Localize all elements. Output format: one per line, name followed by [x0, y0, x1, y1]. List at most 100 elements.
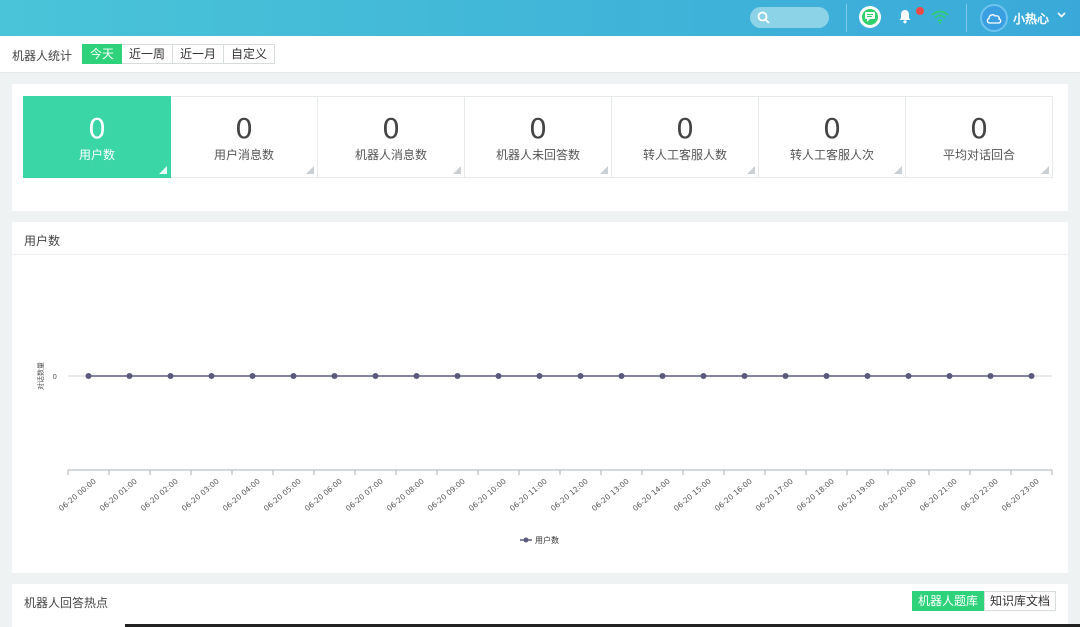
stat-value: 0 [235, 112, 253, 145]
stat-value: 0 [823, 112, 841, 145]
data-point [618, 373, 625, 379]
bell-icon[interactable] [898, 9, 912, 24]
wifi-icon [931, 10, 949, 24]
page-title: 机器人统计 [12, 49, 73, 63]
data-point [577, 373, 584, 379]
stats-panel: 0 用户数 0 用户消息数 0 机器人消息数 0 机器人未回答数 0 转人工客服… [12, 84, 1068, 211]
divider [966, 4, 967, 32]
x-tick-label: 06-20 09:00 [426, 476, 467, 512]
y-axis-label: 对话数量 [36, 362, 45, 390]
corner-triangle-icon [600, 166, 608, 174]
x-tick-label: 06-20 10:00 [467, 476, 508, 512]
data-point [331, 373, 338, 379]
x-tick-label: 06-20 03:00 [180, 476, 221, 512]
chart-panel: 用户数 0 对话数量 06-20 00:00 06-20 01:00 06-20 02:… [12, 222, 1068, 573]
stat-cards: 0 用户数 0 用户消息数 0 机器人消息数 0 机器人未回答数 0 转人工客服… [23, 96, 1053, 178]
cloud-avatar-icon [986, 14, 1002, 24]
tab-knowledge-docs[interactable]: 知识库文档 [983, 591, 1056, 611]
x-tick-label: 06-20 16:00 [713, 476, 754, 512]
hot-panel-title: 机器人回答热点 [24, 596, 109, 610]
x-tick-label: 06-20 01:00 [98, 476, 139, 512]
stat-card-robot-messages[interactable]: 0 机器人消息数 [318, 96, 465, 178]
x-tick-label: 06-20 21:00 [918, 476, 959, 512]
x-tick-label: 06-20 06:00 [303, 476, 344, 512]
stat-value: 0 [676, 112, 694, 145]
stat-card-avg-rounds[interactable]: 0 平均对话回合 [906, 96, 1053, 178]
username[interactable]: 小热心 [1013, 10, 1049, 27]
search-input[interactable] [750, 7, 829, 28]
data-point [700, 373, 707, 379]
period-tabs: 今天 近一周 近一月 自定义 [82, 44, 276, 64]
legend-label: 用户数 [535, 535, 559, 545]
stat-card-users[interactable]: 0 用户数 [23, 96, 171, 178]
stat-value: 0 [529, 112, 547, 145]
x-tick-label: 06-20 14:00 [631, 476, 672, 512]
stat-label: 机器人消息数 [354, 148, 427, 162]
stat-label: 用户消息数 [213, 148, 274, 162]
data-point [126, 373, 133, 379]
data-point [536, 373, 543, 379]
stat-value: 0 [970, 112, 988, 145]
stat-label: 平均对话回合 [942, 148, 1015, 162]
corner-triangle-icon [159, 166, 167, 174]
period-bar: 机器人统计 今天 近一周 近一月 自定义 [0, 36, 1080, 73]
chat-button[interactable] [859, 6, 881, 28]
stat-card-user-messages[interactable]: 0 用户消息数 [171, 96, 318, 178]
data-point [905, 373, 912, 379]
tab-robot-questions[interactable]: 机器人题库 [911, 591, 984, 611]
data-point [946, 373, 953, 379]
tab-custom[interactable]: 自定义 [224, 44, 276, 64]
tab-today[interactable]: 今天 [82, 44, 123, 64]
data-point [208, 373, 215, 379]
search-icon [757, 11, 770, 24]
data-point [823, 373, 830, 379]
data-point [85, 373, 92, 379]
x-tick-label: 06-20 15:00 [672, 476, 713, 512]
x-tick-label: 06-20 11:00 [508, 476, 549, 512]
tab-month[interactable]: 近一月 [173, 44, 225, 64]
avatar[interactable] [980, 4, 1008, 32]
stat-label: 机器人未回答数 [495, 148, 580, 162]
x-tick-label: 06-20 18:00 [795, 476, 836, 512]
x-tick-label: 06-20 08:00 [385, 476, 426, 512]
x-tick-label: 06-20 20:00 [877, 476, 918, 512]
corner-triangle-icon [747, 166, 755, 174]
data-point [167, 373, 174, 379]
stat-label: 用户数 [78, 148, 115, 162]
stat-value: 0 [382, 112, 400, 145]
legend-marker [523, 537, 529, 543]
data-point [495, 373, 502, 379]
stat-card-transfer-users[interactable]: 0 转人工客服人数 [612, 96, 759, 178]
divider [846, 4, 847, 32]
stat-card-unanswered[interactable]: 0 机器人未回答数 [465, 96, 612, 178]
data-point [290, 373, 297, 379]
x-tick-label: 06-20 02:00 [139, 476, 180, 512]
x-tick-label: 06-20 17:00 [754, 476, 795, 512]
hot-answers-panel: 机器人回答热点 机器人题库 知识库文档 [12, 584, 1068, 627]
x-tick-label: 06-20 23:00 [1000, 476, 1041, 512]
chevron-down-icon[interactable] [1057, 12, 1066, 18]
data-point [864, 373, 871, 379]
data-point [1028, 373, 1035, 379]
data-point [249, 373, 256, 379]
y-tick-label: 0 [53, 373, 57, 381]
chat-icon [865, 12, 875, 22]
tab-week[interactable]: 近一周 [122, 44, 174, 64]
data-point [741, 373, 748, 379]
data-point [782, 373, 789, 379]
data-point [454, 373, 461, 379]
stat-label: 转人工客服人次 [789, 148, 874, 162]
stat-card-transfer-times[interactable]: 0 转人工客服人次 [759, 96, 906, 178]
x-tick-label: 06-20 22:00 [959, 476, 1000, 512]
hot-tabs: 机器人题库 知识库文档 [911, 591, 1056, 611]
stat-value: 0 [88, 112, 106, 145]
corner-triangle-icon [1041, 166, 1049, 174]
corner-triangle-icon [453, 166, 461, 174]
x-tick-label: 06-20 00:00 [57, 476, 98, 512]
x-tick-label: 06-20 13:00 [590, 476, 631, 512]
stat-label: 转人工客服人数 [642, 148, 727, 162]
notification-dot [916, 7, 924, 15]
x-tick-label: 06-20 07:00 [344, 476, 385, 512]
x-tick-label: 06-20 05:00 [262, 476, 303, 512]
data-point [413, 373, 420, 379]
